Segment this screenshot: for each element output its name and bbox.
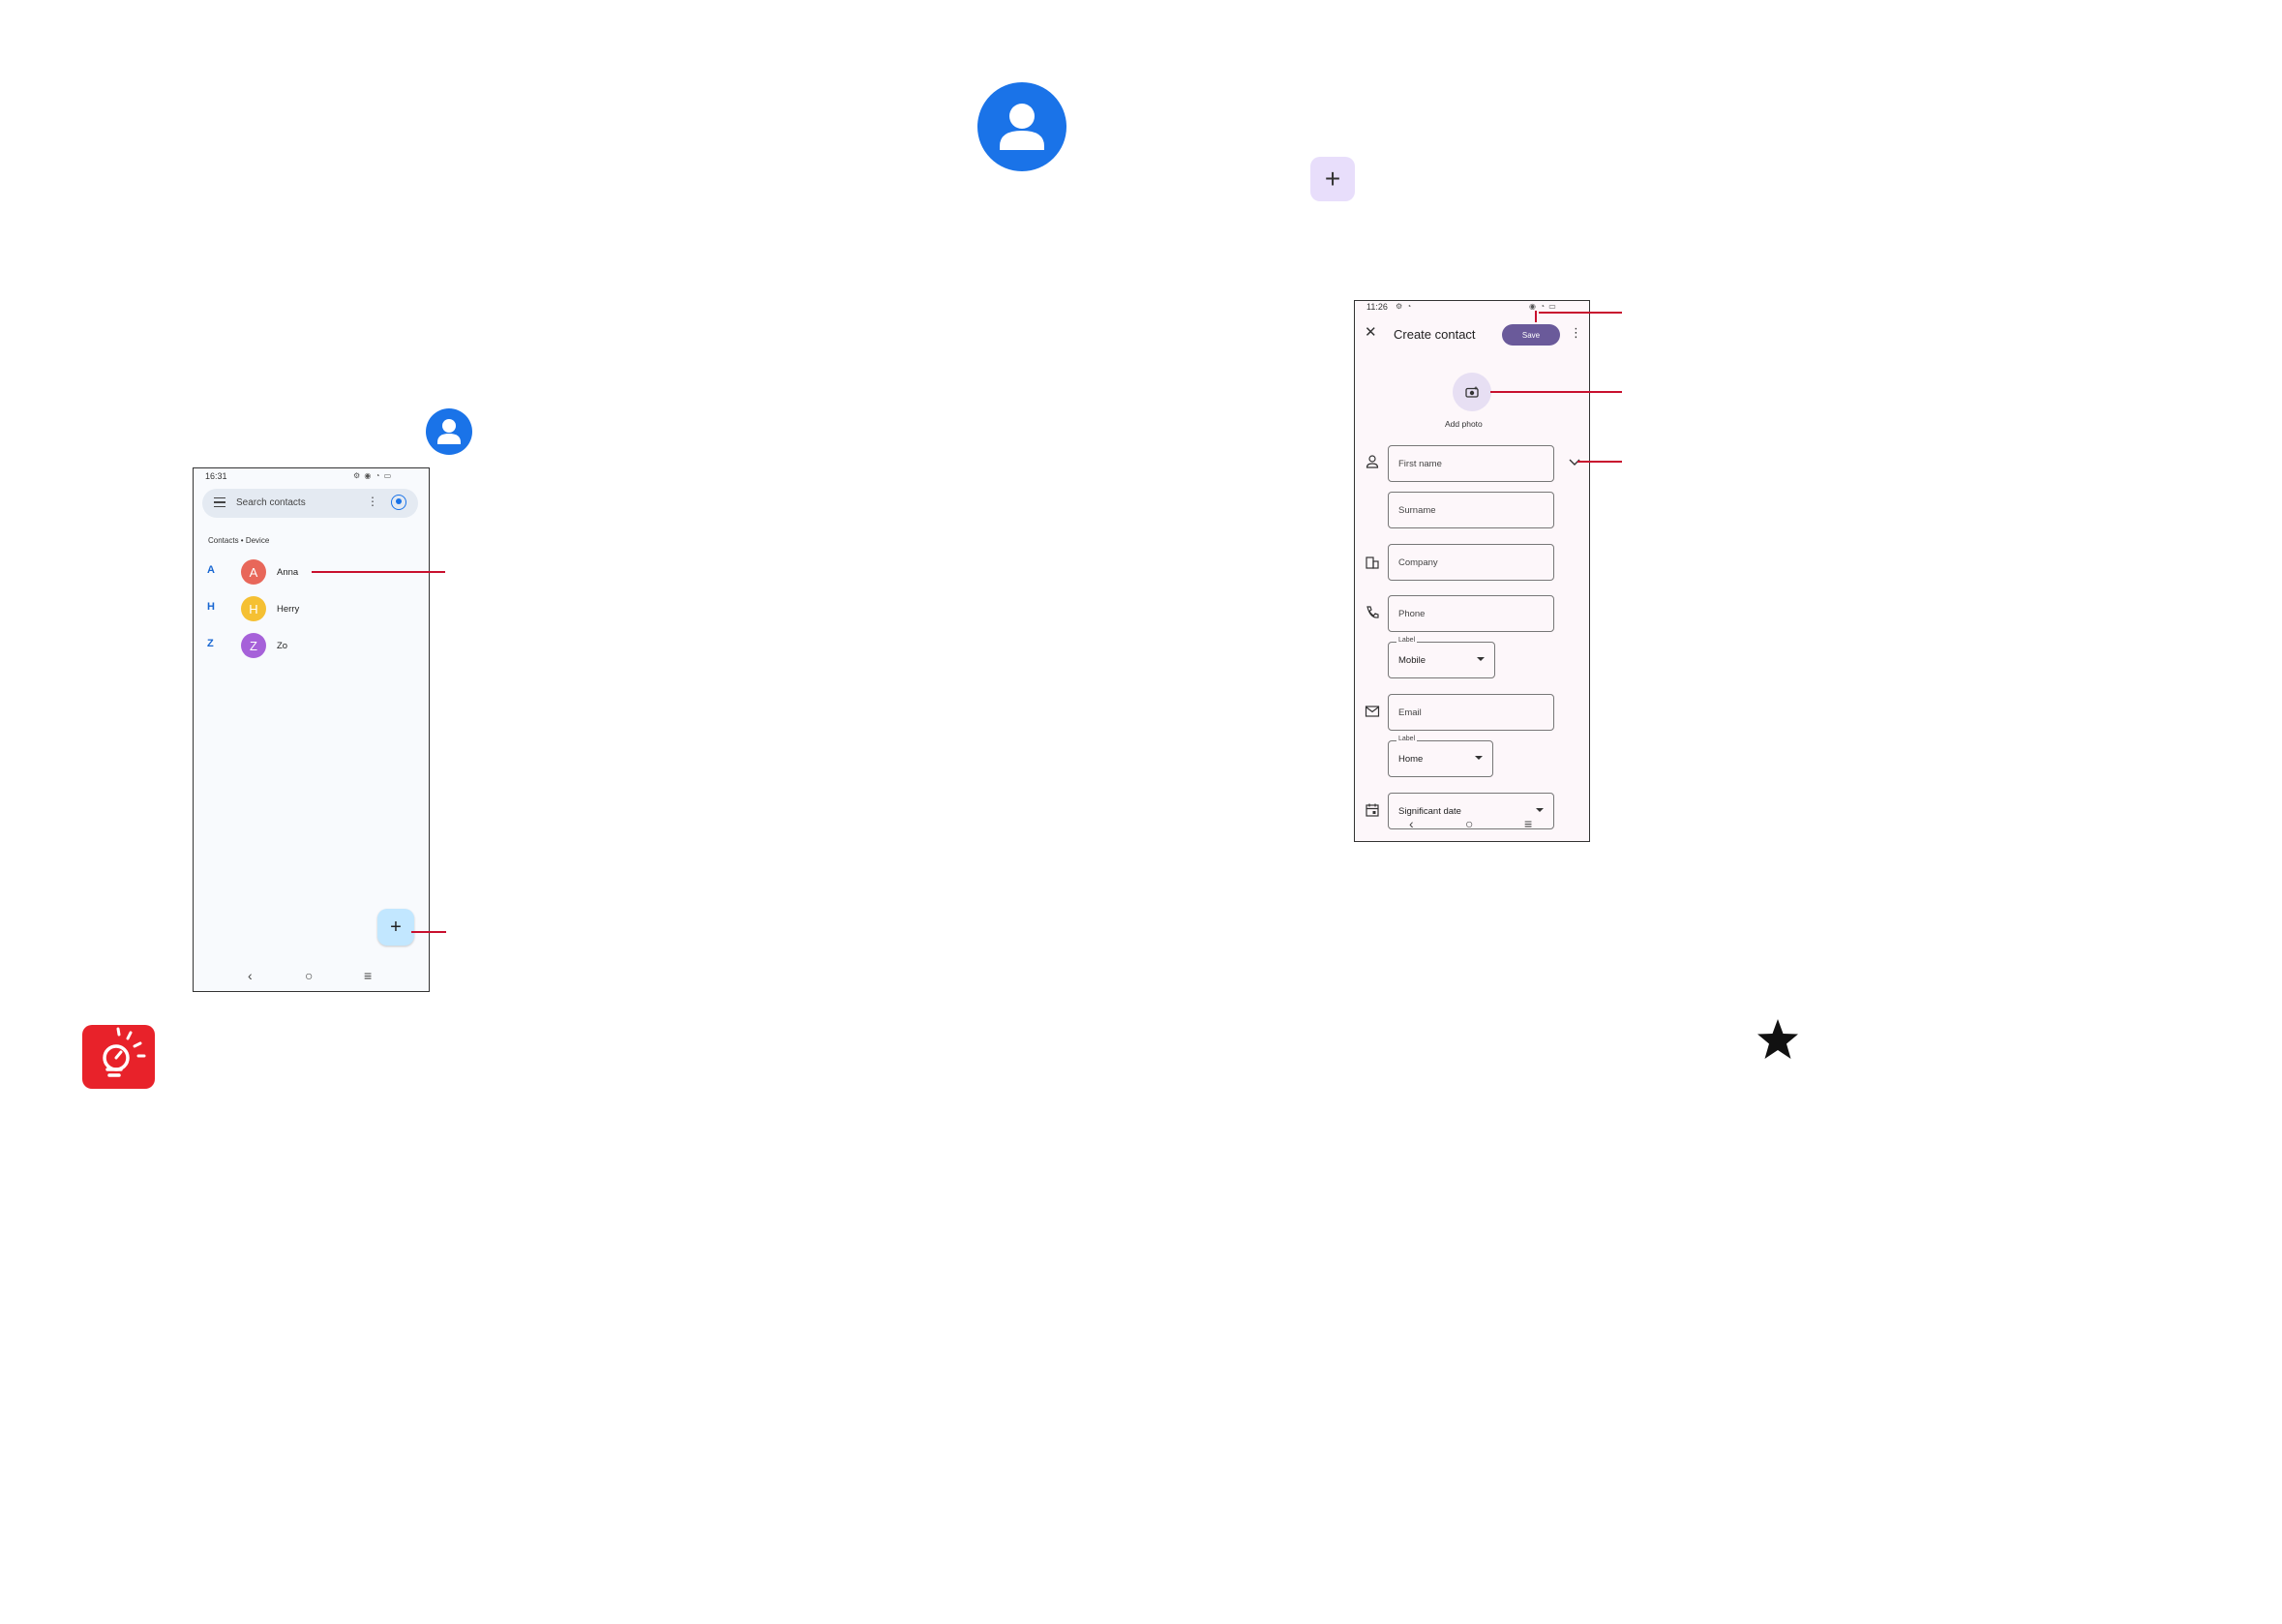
add-contact-tile-icon: + bbox=[1310, 157, 1355, 201]
significant-date-label: Significant date bbox=[1398, 805, 1461, 817]
star-icon bbox=[1757, 1019, 1798, 1059]
recents-icon[interactable]: ≡ bbox=[1524, 816, 1532, 831]
annotation-line bbox=[1490, 391, 1622, 393]
phone-field[interactable]: Phone bbox=[1388, 595, 1554, 632]
search-bar[interactable]: Search contacts ⋮ bbox=[202, 489, 418, 518]
annotation-line bbox=[1535, 311, 1537, 322]
dropdown-caret-icon bbox=[1477, 657, 1485, 661]
contact-name[interactable]: Zo bbox=[277, 641, 287, 651]
add-contact-button[interactable]: + bbox=[377, 909, 414, 946]
person-icon bbox=[1366, 455, 1379, 468]
home-icon[interactable]: ○ bbox=[1465, 816, 1473, 831]
status-time: 16:31 bbox=[205, 471, 227, 481]
add-photo-button[interactable] bbox=[1453, 373, 1491, 411]
phone-icon bbox=[1366, 606, 1379, 618]
phone-label-caption: Label bbox=[1396, 637, 1418, 644]
add-photo-label: Add photo bbox=[1445, 419, 1483, 429]
index-letter: H bbox=[207, 601, 215, 613]
search-input[interactable]: Search contacts bbox=[236, 497, 306, 508]
avatar[interactable]: A bbox=[241, 559, 266, 585]
index-letter: Z bbox=[207, 638, 214, 649]
menu-icon[interactable] bbox=[214, 497, 225, 510]
phone-label-value: Mobile bbox=[1398, 654, 1426, 666]
mail-icon bbox=[1365, 706, 1380, 717]
annotation-line bbox=[1539, 312, 1622, 314]
annotation-line bbox=[411, 931, 446, 933]
dropdown-caret-icon bbox=[1536, 808, 1544, 812]
phone-label-select[interactable]: Label Mobile bbox=[1388, 637, 1495, 678]
avatar[interactable]: Z bbox=[241, 633, 266, 658]
contact-name[interactable]: Anna bbox=[277, 567, 298, 578]
save-button[interactable]: Save bbox=[1502, 324, 1560, 346]
contacts-app-icon bbox=[977, 82, 1066, 171]
contacts-list-screenshot: 16:31 ⚙ ◉ ◔ ▭ Search contacts ⋮ Contacts… bbox=[193, 467, 430, 992]
breadcrumb: Contacts • Device bbox=[208, 536, 270, 545]
annotation-line bbox=[312, 571, 445, 573]
email-label-select[interactable]: Label Home bbox=[1388, 736, 1493, 777]
annotation-line bbox=[1577, 461, 1622, 463]
calendar-icon bbox=[1366, 803, 1379, 817]
building-icon bbox=[1366, 556, 1379, 569]
email-field[interactable]: Email bbox=[1388, 694, 1554, 731]
page-title: Create contact bbox=[1394, 327, 1476, 342]
first-name-field[interactable]: First name bbox=[1388, 445, 1554, 482]
contacts-app-icon-small bbox=[426, 408, 472, 455]
back-icon[interactable]: ‹ bbox=[1409, 816, 1414, 831]
index-letter: A bbox=[207, 564, 215, 576]
create-contact-screenshot: 11:26 ⚙ ◔ ◉ ◔ ▭ ✕ Create contact Save ⋮ … bbox=[1354, 300, 1590, 842]
chevron-down-icon[interactable] bbox=[1569, 456, 1580, 469]
email-label-value: Home bbox=[1398, 753, 1424, 765]
back-icon[interactable]: ‹ bbox=[248, 968, 253, 983]
avatar[interactable]: H bbox=[241, 596, 266, 621]
close-icon[interactable]: ✕ bbox=[1365, 323, 1377, 341]
more-options-icon[interactable]: ⋮ bbox=[367, 496, 378, 507]
company-field[interactable]: Company bbox=[1388, 544, 1554, 581]
status-icons: ◉ ◔ ▭ bbox=[1529, 302, 1557, 311]
contact-name[interactable]: Herry bbox=[277, 604, 299, 615]
home-icon[interactable]: ○ bbox=[305, 968, 313, 983]
dropdown-caret-icon bbox=[1475, 756, 1483, 760]
account-icon[interactable] bbox=[391, 495, 406, 510]
more-options-icon[interactable]: ⋮ bbox=[1570, 325, 1582, 341]
surname-field[interactable]: Surname bbox=[1388, 492, 1554, 528]
status-left-icons: ⚙ ◔ bbox=[1396, 302, 1413, 311]
camera-icon bbox=[1465, 386, 1479, 398]
recents-icon[interactable]: ≡ bbox=[364, 968, 372, 983]
status-time: 11:26 bbox=[1366, 302, 1388, 312]
status-icons: ⚙ ◉ ◔ ▭ bbox=[353, 471, 393, 480]
lightbulb-tip-icon bbox=[82, 1025, 155, 1089]
email-label-caption: Label bbox=[1396, 736, 1418, 742]
